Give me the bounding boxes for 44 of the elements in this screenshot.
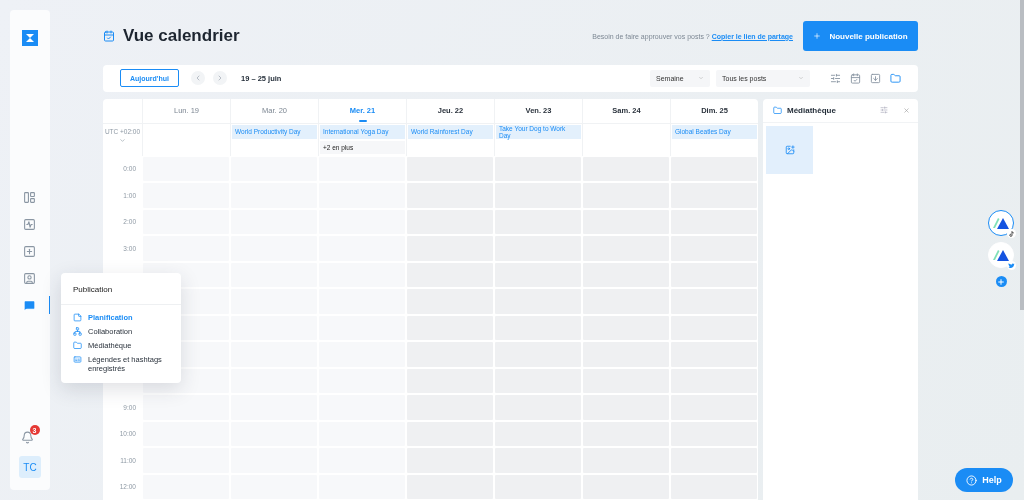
chevron-down-icon [698,75,704,82]
account-avatar[interactable] [988,210,1014,236]
calendar-icon[interactable] [850,72,861,84]
folder-icon[interactable] [890,72,901,84]
upload-tile[interactable] [766,125,813,174]
new-post-button[interactable]: Nouvelle publication [803,21,918,51]
bird-icon [1008,262,1015,269]
folder-icon [73,341,82,350]
bell-icon [20,431,34,444]
plus-square-icon [23,244,36,258]
previous-button[interactable] [191,71,205,86]
add-account-button[interactable] [995,276,1007,287]
menu-title: Publication [61,273,181,305]
music-note-icon [1008,230,1015,237]
triangle-logo-icon [992,216,1010,230]
next-button[interactable] [213,71,227,86]
help-icon [966,474,978,486]
plus-icon [813,32,822,40]
calendar-icon [103,30,115,42]
network-icon [73,327,82,336]
today-indicator [359,120,367,122]
chevron-down-icon [798,75,804,82]
profile-icon [23,271,36,285]
chevron-down-icon[interactable] [119,136,126,144]
captions-icon [73,355,82,364]
chart-icon [23,217,36,231]
download-icon[interactable] [870,72,881,84]
chevron-left-icon [194,74,202,83]
page-title: Vue calendrier [123,26,240,46]
logo-icon [20,28,40,48]
close-icon[interactable] [903,106,910,114]
image-plus-icon [784,144,795,155]
chevron-right-icon [216,74,224,83]
filter-icon[interactable] [830,72,841,84]
panel-title: Médiathèque [787,105,836,115]
note-icon [73,313,82,322]
triangle-logo-icon [992,248,1010,262]
help-button[interactable]: Help [955,468,1013,492]
folder-icon [773,105,782,115]
message-icon [23,298,36,312]
scrollbar[interactable] [1020,0,1024,310]
layout-icon [23,190,36,204]
filter-icon[interactable] [880,106,888,114]
user-avatar[interactable]: TC [19,456,41,478]
